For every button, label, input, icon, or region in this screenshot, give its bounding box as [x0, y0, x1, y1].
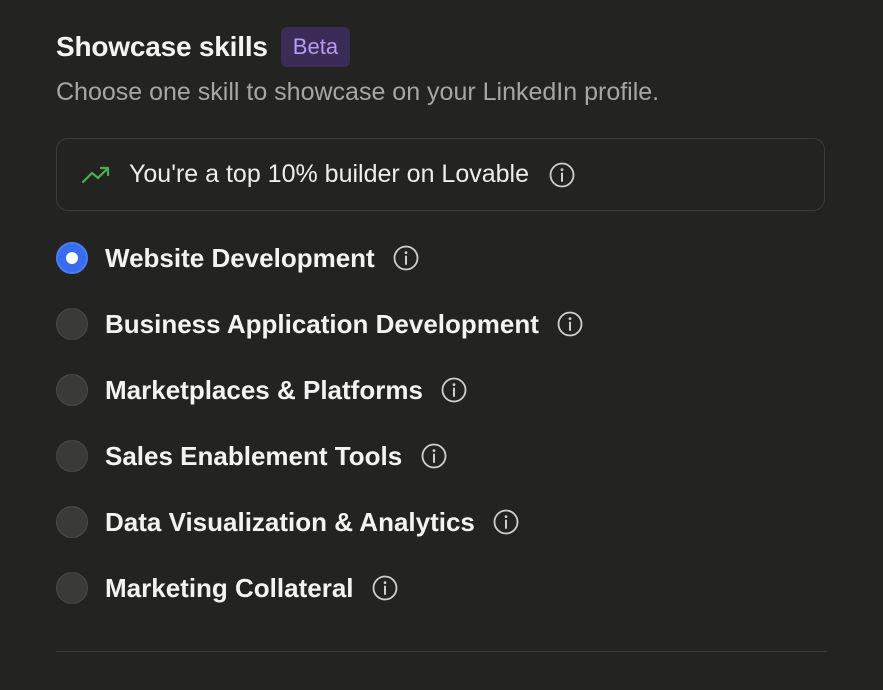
skill-option[interactable]: Marketplaces & Platforms — [56, 368, 827, 412]
skill-option-label: Sales Enablement Tools — [105, 440, 403, 471]
info-icon[interactable] — [557, 311, 584, 338]
skill-radio[interactable] — [56, 572, 88, 604]
info-icon[interactable] — [493, 509, 520, 536]
skill-option[interactable]: Business Application Development — [56, 302, 827, 346]
section-subtitle: Choose one skill to showcase on your Lin… — [56, 78, 660, 106]
skill-radio[interactable] — [56, 506, 88, 538]
info-icon[interactable] — [420, 443, 447, 470]
skill-option-label: Data Visualization & Analytics — [105, 506, 475, 537]
skill-option[interactable]: Sales Enablement Tools — [56, 434, 827, 478]
info-icon[interactable] — [548, 161, 575, 188]
beta-badge: Beta — [280, 27, 351, 67]
skill-option-label: Marketing Collateral — [105, 572, 354, 603]
section-divider — [56, 651, 827, 652]
showcase-skills-section: Showcase skills Beta Choose one skill to… — [56, 0, 827, 690]
top-builder-banner: You're a top 10% builder on Lovable — [56, 138, 825, 211]
skill-radio[interactable] — [56, 374, 88, 406]
skill-option[interactable]: Data Visualization & Analytics — [56, 500, 827, 544]
skill-option-label: Website Development — [105, 242, 375, 273]
skill-radio[interactable] — [56, 242, 88, 274]
trending-up-icon — [82, 164, 112, 186]
section-header: Showcase skills Beta — [56, 27, 351, 67]
skill-radio[interactable] — [56, 308, 88, 340]
section-title: Showcase skills — [56, 31, 268, 62]
skill-option-label: Business Application Development — [105, 308, 539, 339]
info-icon[interactable] — [372, 575, 399, 602]
info-icon[interactable] — [441, 377, 468, 404]
skill-radio[interactable] — [56, 440, 88, 472]
skill-option[interactable]: Marketing Collateral — [56, 566, 827, 610]
skill-option[interactable]: Website Development — [56, 236, 827, 280]
skill-options: Website Development Business Application… — [56, 236, 827, 632]
info-icon[interactable] — [393, 245, 420, 272]
banner-text: You're a top 10% builder on Lovable — [129, 160, 529, 188]
skill-option-label: Marketplaces & Platforms — [105, 374, 423, 405]
